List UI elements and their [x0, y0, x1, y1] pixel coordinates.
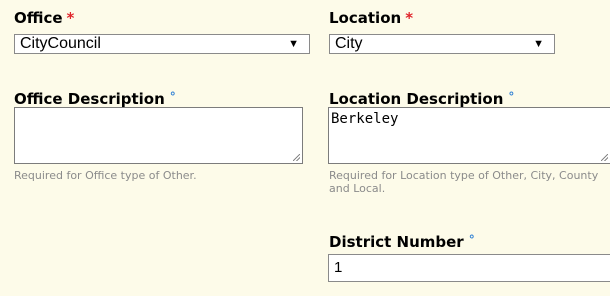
office-select-value: CityCouncil [20, 35, 101, 52]
location-description-marker: ° [508, 90, 515, 104]
location-description-label-text: Location Description [329, 90, 504, 108]
chevron-down-icon: ▼ [288, 38, 299, 50]
location-label: Location * [329, 9, 413, 27]
chevron-down-icon: ▼ [533, 38, 544, 50]
resize-grip-icon[interactable] [601, 154, 608, 161]
district-number-value: 1 [334, 259, 343, 276]
location-select-value: City [335, 35, 363, 52]
office-description-label-text: Office Description [14, 90, 165, 108]
district-number-label-text: District Number [329, 233, 464, 251]
location-description-label: Location Description ° [329, 88, 514, 108]
office-description-textarea[interactable] [14, 107, 303, 164]
location-description-value: Berkeley [331, 111, 399, 127]
location-description-help: Required for Location type of Other, Cit… [329, 169, 599, 195]
office-description-label: Office Description ° [14, 88, 176, 108]
district-number-marker: ° [468, 233, 475, 247]
office-required-marker: * [66, 9, 75, 27]
location-description-textarea[interactable]: Berkeley [328, 107, 610, 164]
location-select[interactable]: City ▼ [329, 34, 555, 54]
office-description-help: Required for Office type of Other. [14, 169, 197, 182]
office-label: Office * [14, 9, 74, 27]
district-number-input[interactable]: 1 [328, 254, 610, 282]
office-description-marker: ° [169, 90, 176, 104]
office-select[interactable]: CityCouncil ▼ [14, 34, 310, 54]
district-number-label: District Number ° [329, 231, 475, 251]
location-required-marker: * [405, 9, 414, 27]
office-label-text: Office [14, 9, 63, 27]
resize-grip-icon[interactable] [293, 154, 300, 161]
location-label-text: Location [329, 9, 402, 27]
